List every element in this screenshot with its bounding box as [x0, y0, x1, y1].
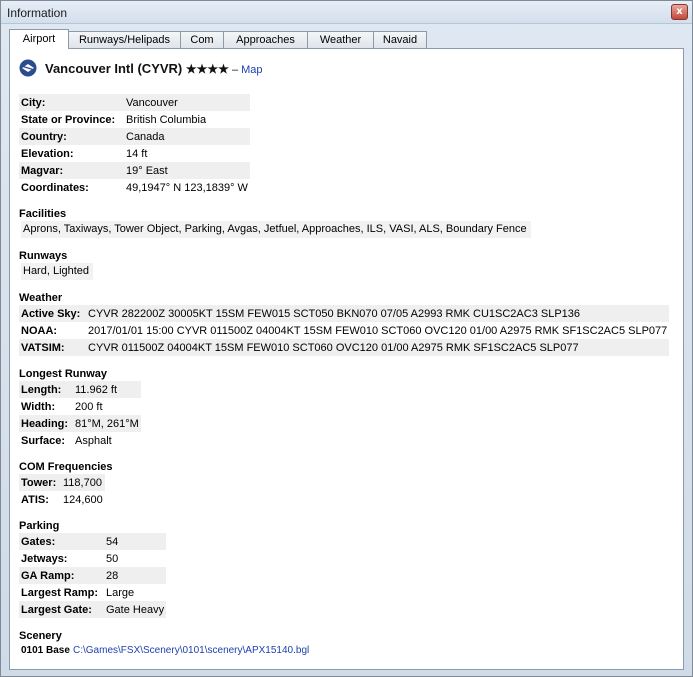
parking-heading: Parking — [19, 520, 60, 532]
table-row: Length: 11.962 ft — [19, 381, 141, 398]
tab-approaches[interactable]: Approaches — [223, 31, 308, 48]
row-value: 11.962 ft — [73, 381, 141, 398]
airport-logo-icon — [19, 59, 37, 77]
window-title: Information — [7, 6, 68, 20]
row-value: Gate Heavy — [104, 601, 167, 618]
tab-weather[interactable]: Weather — [307, 31, 374, 48]
row-label: NOAA: — [21, 324, 58, 337]
information-window: Information x Airport Runways/Helipads C… — [0, 0, 693, 677]
row-value: 2017/01/01 15:00 CYVR 011500Z 04004KT 15… — [88, 324, 668, 337]
row-value: Vancouver — [124, 94, 250, 111]
tab-bar: Airport Runways/Helipads Com Approaches … — [9, 29, 684, 49]
longest-runway-heading: Longest Runway — [19, 368, 108, 380]
row-label: Largest Ramp: — [21, 586, 99, 599]
table-row: Gates: 54 — [19, 533, 167, 550]
row-label: VATSIM: — [19, 339, 86, 356]
row-label: Length: — [19, 381, 73, 398]
scenery-label: 0101 Base — [21, 645, 70, 656]
row-label: Heading: — [19, 415, 73, 432]
table-row: Country: Canada — [19, 128, 250, 145]
title-bar[interactable]: Information x — [1, 1, 692, 24]
row-value: British Columbia — [126, 113, 207, 126]
table-row: City: Vancouver — [19, 94, 250, 111]
row-value: 28 — [104, 567, 167, 584]
row-label: State or Province: — [21, 113, 116, 126]
row-value: CYVR 011500Z 04004KT 15SM FEW010 SCT060 … — [86, 339, 670, 356]
table-row: Heading: 81°M, 261°M — [19, 415, 141, 432]
airport-rating-stars: ★★★★ — [185, 62, 229, 76]
facilities-heading: Facilities — [19, 208, 67, 220]
runways-text: Hard, Lighted — [21, 263, 94, 280]
table-row: Width: 200 ft — [19, 398, 141, 415]
row-label: Coordinates: — [21, 181, 89, 194]
table-row: GA Ramp: 28 — [19, 567, 167, 584]
airport-title-line: Vancouver Intl (CYVR) ★★★★ – Map — [45, 61, 263, 76]
map-link[interactable]: Map — [241, 64, 262, 76]
row-value: CYVR 282200Z 30005KT 15SM FEW015 SCT050 … — [86, 305, 670, 322]
row-label: Active Sky: — [19, 305, 86, 322]
row-value: 81°M, 261°M — [73, 415, 141, 432]
row-label: Largest Gate: — [19, 601, 104, 618]
runways-heading: Runways — [19, 250, 68, 262]
table-row: Coordinates: 49,1947° N 123,1839° W — [19, 179, 250, 196]
table-row: Jetways: 50 — [19, 550, 166, 567]
row-value: Canada — [124, 128, 250, 145]
row-label: Width: — [21, 400, 56, 413]
row-value: 14 ft — [126, 147, 148, 160]
row-label: Gates: — [19, 533, 104, 550]
airport-name: Vancouver Intl (CYVR) — [45, 61, 183, 76]
table-row: ATIS: 124,600 — [19, 491, 105, 508]
table-row: Surface: Asphalt — [19, 432, 141, 449]
com-frequencies-table: Tower: 118,700 ATIS: 124,600 — [19, 474, 105, 508]
scenery-heading: Scenery — [19, 630, 62, 642]
close-icon[interactable]: x — [671, 4, 688, 20]
table-row: Elevation: 14 ft — [19, 145, 250, 162]
row-value: Large — [106, 586, 135, 599]
row-label: Country: — [19, 128, 124, 145]
row-label: ATIS: — [21, 493, 49, 506]
weather-table: Active Sky: CYVR 282200Z 30005KT 15SM FEW… — [19, 305, 670, 356]
table-row: Magvar: 19° East — [19, 162, 250, 179]
row-value: 49,1947° N 123,1839° W — [126, 181, 248, 194]
row-value: 19° East — [124, 162, 250, 179]
table-row: Largest Gate: Gate Heavy — [19, 601, 167, 618]
table-row: State or Province: British Columbia — [19, 111, 250, 128]
airport-info-panel: Vancouver Intl (CYVR) ★★★★ – Map City: Va… — [9, 48, 684, 670]
row-value: 50 — [106, 552, 119, 565]
table-row: Active Sky: CYVR 282200Z 30005KT 15SM FEW… — [19, 305, 670, 322]
row-value: 54 — [104, 533, 167, 550]
row-value: Asphalt — [75, 434, 112, 447]
row-label: Elevation: — [21, 147, 74, 160]
row-label: Tower: — [19, 474, 61, 491]
tab-navaid[interactable]: Navaid — [373, 31, 427, 48]
row-value: 118,700 — [61, 474, 105, 491]
table-row: NOAA: 2017/01/01 15:00 CYVR 011500Z 04004… — [19, 322, 669, 339]
tab-airport[interactable]: Airport — [9, 29, 69, 49]
facilities-text: Aprons, Taxiways, Tower Object, Parking,… — [21, 221, 531, 238]
row-label: Surface: — [21, 434, 66, 447]
com-frequencies-heading: COM Frequencies — [19, 461, 113, 473]
general-info-table: City: Vancouver State or Province: British… — [19, 94, 250, 196]
table-row: VATSIM: CYVR 011500Z 04004KT 15SM FEW010 … — [19, 339, 670, 356]
scenery-row: 0101 Base C:\Games\FSX\Scenery\0101\scen… — [19, 642, 314, 659]
row-label: City: — [19, 94, 124, 111]
row-label: Magvar: — [19, 162, 124, 179]
table-row: Tower: 118,700 — [19, 474, 105, 491]
longest-runway-table: Length: 11.962 ft Width: 200 ft Heading: 81… — [19, 381, 141, 449]
parking-table: Gates: 54 Jetways: 50 GA Ramp: 28 Largest R… — [19, 533, 167, 618]
table-row: Largest Ramp: Large — [19, 584, 166, 601]
tab-com[interactable]: Com — [180, 31, 224, 48]
close-glyph: x — [676, 6, 683, 17]
header-dash: – — [228, 64, 242, 76]
row-label: GA Ramp: — [19, 567, 104, 584]
row-value: 200 ft — [75, 400, 103, 413]
weather-heading: Weather — [19, 292, 63, 304]
row-label: Jetways: — [21, 552, 68, 565]
scenery-file-link[interactable]: C:\Games\FSX\Scenery\0101\scenery\APX151… — [73, 645, 309, 656]
tab-runways-helipads[interactable]: Runways/Helipads — [68, 31, 181, 48]
row-value: 124,600 — [63, 493, 103, 506]
